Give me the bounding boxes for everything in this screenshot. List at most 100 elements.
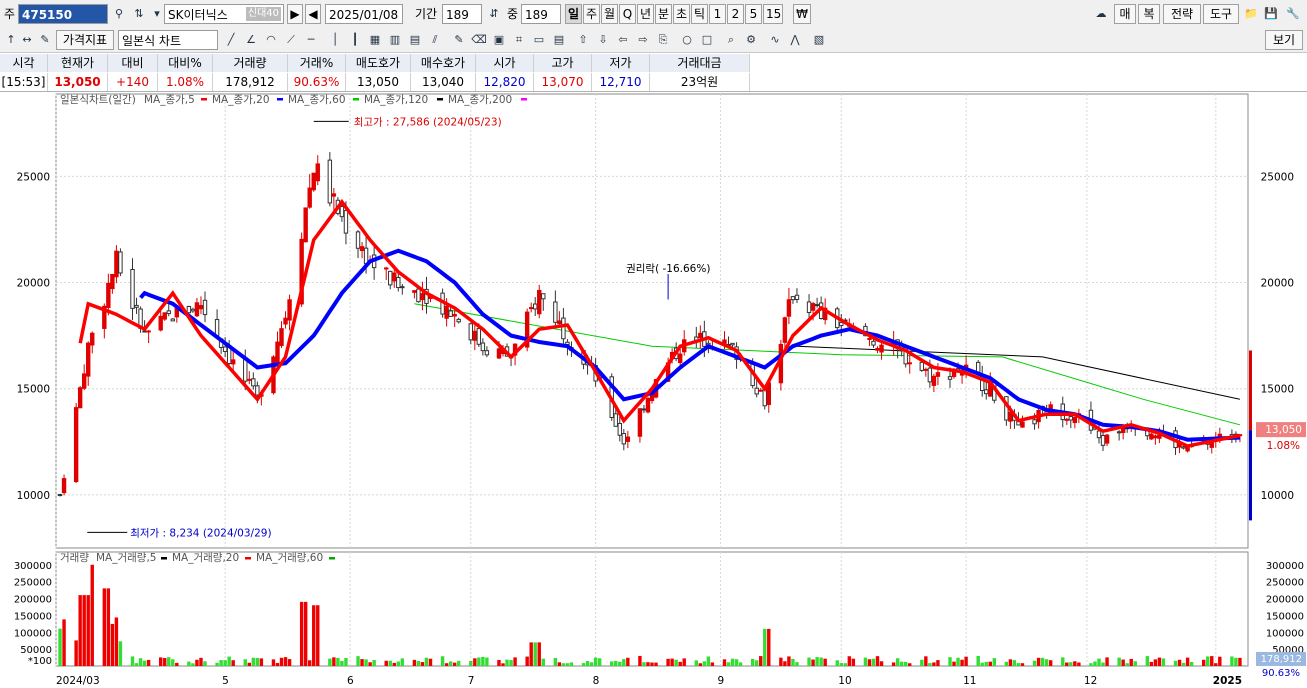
magnify-tool-icon[interactable]: ⌕ <box>722 31 740 49</box>
candle-body <box>279 328 284 347</box>
line-tool-icon[interactable]: ╱ <box>222 31 240 49</box>
note-tool-icon[interactable]: ▭ <box>530 31 548 49</box>
volume-bar <box>899 661 904 666</box>
candle-body <box>1064 418 1069 421</box>
hline-tool-icon[interactable]: ─ <box>302 31 320 49</box>
circle-tool-icon[interactable]: ○ <box>678 31 696 49</box>
copy-button[interactable]: 복 <box>1138 4 1160 24</box>
channel-tool-icon[interactable]: ⫽ <box>426 31 444 49</box>
tag-tool-icon[interactable]: ⌗ <box>510 31 528 49</box>
image-tool-icon[interactable]: ▧ <box>810 31 828 49</box>
chart-type-select[interactable]: 일본식 차트 <box>118 30 218 50</box>
calc-tool-icon[interactable]: ▤ <box>550 31 568 49</box>
grid-tool-icon[interactable]: ▦ <box>366 31 384 49</box>
volume-legend-item: 거래량 <box>60 552 89 564</box>
candle-body <box>472 330 478 341</box>
volume-bar <box>384 660 388 666</box>
wave-tool-icon[interactable]: ∿ <box>766 31 784 49</box>
arrow-right-tool-icon[interactable]: ⇨ <box>634 31 652 49</box>
interval-tab[interactable]: 초 <box>673 4 690 24</box>
count-input[interactable]: 189 <box>521 4 561 24</box>
arc-tool-icon[interactable]: ◠ <box>262 31 280 49</box>
period-input[interactable]: 189 <box>442 4 482 24</box>
volume-bar <box>618 661 622 666</box>
bars-tool-icon[interactable]: ▤ <box>406 31 424 49</box>
interval-tab[interactable]: 년 <box>637 4 654 24</box>
arrow-up-tool-icon[interactable]: ⇧ <box>574 31 592 49</box>
columns-tool-icon[interactable]: ▥ <box>386 31 404 49</box>
interval-tab[interactable]: 15 <box>763 4 783 24</box>
range-bar-down <box>1249 430 1252 521</box>
view-button[interactable]: 보기 <box>1265 30 1303 50</box>
vlines-tool-icon[interactable]: ┃ <box>346 31 364 49</box>
interval-tab[interactable]: 틱 <box>691 4 708 24</box>
vline-tool-icon[interactable]: │ <box>326 31 344 49</box>
volume-bar <box>1181 662 1186 666</box>
candle-body <box>1116 431 1122 434</box>
volume-bar <box>106 588 111 666</box>
volume-bar <box>279 657 284 666</box>
buy-button[interactable]: 매 <box>1114 4 1136 24</box>
search-icon[interactable]: ⚲ <box>110 5 128 23</box>
edit-icon[interactable]: ✎ <box>36 31 54 49</box>
candle-body <box>307 187 312 208</box>
tools-button[interactable]: 도구 <box>1203 4 1239 24</box>
volume-bar <box>146 659 151 666</box>
count-label: 중 <box>507 7 519 21</box>
volume-bar <box>1230 656 1234 666</box>
volume-bar <box>654 662 658 666</box>
candle-body <box>186 305 192 314</box>
next-button[interactable]: ▶ <box>287 4 303 24</box>
currency-button[interactable]: ₩ <box>793 4 811 24</box>
price-legend-item: MA_종가,120 <box>364 94 428 106</box>
volume-bar <box>610 661 614 666</box>
arrow-left-tool-icon[interactable]: ⇦ <box>614 31 632 49</box>
interval-tab[interactable]: 일 <box>565 4 582 24</box>
stock-name-field[interactable]: SK이터닉스 신대40 <box>164 4 284 24</box>
candle-body <box>476 328 482 345</box>
quote-header: 거래대금 <box>650 54 750 72</box>
pen-tool-icon[interactable]: ✎ <box>450 31 468 49</box>
zigzag-tool-icon[interactable]: ⋀ <box>786 31 804 49</box>
zoom-icon[interactable]: ⇵ <box>485 5 503 23</box>
date-input[interactable]: 2025/01/08 <box>325 4 403 24</box>
rect-tool-icon[interactable]: □ <box>698 31 716 49</box>
price-legend-item: 일본식차트(일간) <box>60 93 136 106</box>
erase-tool-icon[interactable]: ⌫ <box>470 31 488 49</box>
strategy-button[interactable]: 전략 <box>1163 4 1201 24</box>
folder-icon[interactable]: 📁 <box>1242 5 1260 23</box>
quote-header: 대비 <box>108 54 158 72</box>
volume-bar <box>593 657 598 666</box>
interval-tab[interactable]: 2 <box>727 4 744 24</box>
settings-tool-icon[interactable]: ⚙ <box>742 31 760 49</box>
stock-code-input[interactable]: 475150 <box>18 4 108 24</box>
interval-tab[interactable]: 주 <box>583 4 600 24</box>
doc-tool-icon[interactable]: ⎘ <box>654 31 672 49</box>
volume-bar <box>86 595 90 666</box>
volume-bar <box>779 657 783 666</box>
cloud-icon[interactable]: ☁ <box>1092 5 1110 23</box>
wrench-icon[interactable]: 🔧 <box>1284 5 1302 23</box>
save-icon[interactable]: 💾 <box>1262 5 1280 23</box>
price-volume-chart[interactable]: 일본식차트(일간) MA_종가,5 MA_종가,20 MA_종가,60 MA_종가,12… <box>0 92 1307 688</box>
prev-button[interactable]: ◀ <box>305 4 321 24</box>
interval-tab[interactable]: 1 <box>709 4 726 24</box>
volume-bar <box>356 656 360 666</box>
fill-tool-icon[interactable]: ▣ <box>490 31 508 49</box>
price-indicator-button[interactable]: 가격지표 <box>56 30 114 50</box>
arrow-down-tool-icon[interactable]: ⇩ <box>594 31 612 49</box>
fan-tool-icon[interactable]: ⟋ <box>282 31 300 49</box>
sort-icon[interactable]: ⇅ <box>130 5 148 23</box>
horizontal-arrows-icon[interactable]: ↔ <box>18 31 36 49</box>
interval-tab[interactable]: 5 <box>745 4 762 24</box>
volume-bar <box>1097 658 1101 666</box>
price-axis-label-right: 25000 <box>1261 171 1294 183</box>
high-annotation: 최고가 : 27,586 (2024/05/23) <box>354 116 502 128</box>
interval-tab[interactable]: 월 <box>601 4 618 24</box>
interval-tab[interactable]: 분 <box>655 4 672 24</box>
volume-bar <box>1201 659 1206 666</box>
candle-body <box>388 270 393 286</box>
angle-tool-icon[interactable]: ∠ <box>242 31 260 49</box>
volume-bar <box>287 659 292 666</box>
interval-tab[interactable]: Q <box>619 4 636 24</box>
